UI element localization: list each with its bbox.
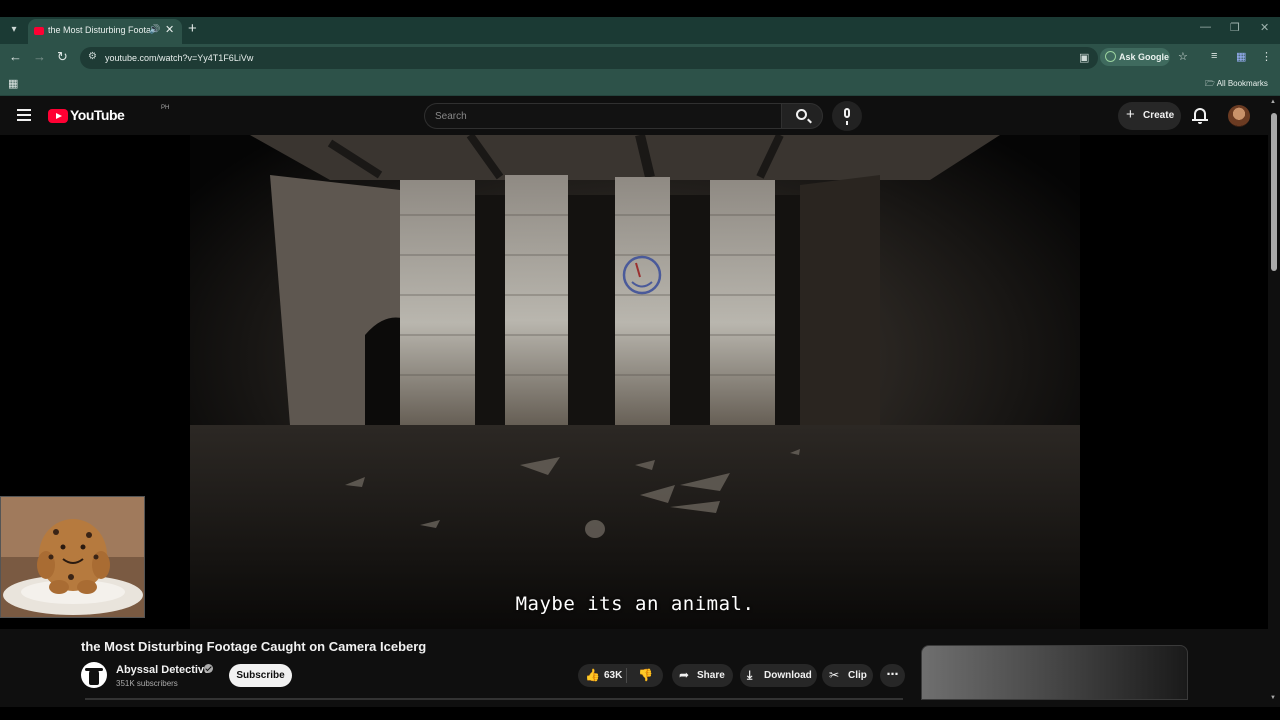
restore-icon[interactable]: ❐ — [1230, 21, 1240, 34]
browser-toolbar: ← → ↻ ⚙ youtube.com/watch?v=Yy4T1F6LiVw … — [0, 44, 1280, 71]
avatar[interactable] — [1228, 105, 1250, 127]
tab-list-icon[interactable]: ▾ — [6, 22, 22, 38]
ask-google-label: Ask Google — [1119, 52, 1170, 62]
scroll-up-icon[interactable]: ▲ — [1270, 99, 1276, 105]
more-icon[interactable]: ⋯ — [880, 664, 905, 687]
clip-button[interactable]: ✂ Clip — [822, 664, 873, 687]
cookie-character-image — [1, 497, 144, 617]
scroll-thumb[interactable] — [1271, 113, 1277, 271]
tab-strip: ▾ the Most Disturbing Footage Caught on … — [0, 17, 1280, 44]
install-icon[interactable]: ▣ — [1079, 51, 1089, 64]
close-icon[interactable]: ✕ — [165, 23, 174, 36]
pip-overlay[interactable] — [0, 496, 145, 618]
all-bookmarks-label: All Bookmarks — [1216, 79, 1268, 88]
forward-icon[interactable]: → — [33, 49, 46, 64]
subscriber-count: 351K subscribers — [116, 679, 178, 688]
share-button[interactable]: ➦ Share — [672, 664, 733, 687]
create-label: Create — [1143, 110, 1175, 121]
plus-icon[interactable]: + — [188, 20, 197, 37]
menu-icon[interactable]: ⋮ — [1261, 50, 1272, 63]
download-button[interactable]: ⤓ Download — [740, 664, 817, 687]
like-count: 63K — [604, 670, 623, 681]
back-icon[interactable]: ← — [9, 49, 22, 64]
hamburger-icon[interactable] — [17, 109, 31, 121]
youtube-masthead: YouTube PH + Create — [0, 97, 1280, 135]
folder-icon: 🗁 — [1205, 79, 1215, 88]
scissors-icon: ✂ — [829, 668, 840, 682]
url-text[interactable]: youtube.com/watch?v=Yy4T1F6LiVw — [105, 53, 253, 63]
page-scrollbar[interactable]: ▲ ▼ — [1268, 97, 1280, 707]
window-bottom-strip — [0, 707, 1280, 720]
sidebar-video-thumbnail[interactable] — [921, 645, 1188, 700]
reading-list-icon[interactable]: ≡ — [1211, 50, 1217, 62]
scroll-down-icon[interactable]: ▼ — [1270, 695, 1276, 701]
create-button[interactable]: + Create — [1118, 102, 1181, 130]
share-label: Share — [697, 670, 725, 681]
dislike-button[interactable]: 👎 — [627, 664, 663, 687]
address-bar[interactable]: ⚙ youtube.com/watch?v=Yy4T1F6LiVw ▣ — [80, 47, 1098, 69]
plus-icon: + — [1126, 106, 1135, 123]
thumbs-up-icon: 👍 — [585, 668, 600, 682]
search-button[interactable] — [781, 103, 823, 129]
ask-google-button[interactable]: Ask Google — [1100, 48, 1170, 66]
screen: ▾ the Most Disturbing Footage Caught on … — [0, 0, 1280, 720]
voice-search-button[interactable] — [832, 101, 862, 131]
share-icon: ➦ — [679, 668, 690, 682]
video-player[interactable]: Maybe its an animal. — [0, 135, 1268, 629]
mic-icon — [844, 108, 850, 125]
channel-name[interactable]: Abyssal Detective — [116, 664, 210, 676]
video-frame — [0, 135, 1268, 629]
description-divider — [85, 698, 903, 700]
download-label: Download — [764, 670, 812, 681]
window-close-icon[interactable]: ✕ — [1260, 21, 1269, 34]
like-button[interactable]: 👍 63K — [578, 664, 626, 687]
search-icon — [796, 109, 807, 120]
channel-avatar[interactable] — [81, 662, 107, 688]
like-dislike-group: 👍 63K 👎 — [578, 664, 663, 687]
audio-icon[interactable]: 🔊 — [149, 24, 160, 35]
video-title: the Most Disturbing Footage Caught on Ca… — [81, 639, 427, 654]
minimize-icon[interactable]: — — [1200, 21, 1211, 33]
reload-icon[interactable]: ↻ — [57, 49, 68, 65]
google-lens-icon — [1105, 51, 1116, 62]
youtube-play-icon — [48, 109, 68, 123]
logo-text: YouTube — [70, 107, 125, 123]
apps-icon[interactable]: ▦ — [8, 77, 18, 90]
country-code: PH — [161, 105, 170, 111]
download-icon: ⤓ — [747, 668, 753, 682]
search-input[interactable] — [424, 103, 781, 129]
browser-tab[interactable]: the Most Disturbing Footage Caught on Ca… — [28, 19, 182, 44]
video-caption: Maybe its an animal. — [515, 593, 755, 615]
bell-icon[interactable] — [1192, 107, 1208, 125]
extension-icon[interactable]: ▦ — [1236, 50, 1246, 63]
subscribe-button[interactable]: Subscribe — [229, 664, 292, 687]
tab-title: the Most Disturbing Footage Caught on Ca… — [48, 25, 150, 35]
verified-icon — [204, 664, 213, 673]
clip-label: Clip — [848, 670, 867, 681]
thumbs-down-icon: 👎 — [638, 668, 653, 682]
all-bookmarks[interactable]: 🗁 All Bookmarks — [1205, 78, 1268, 92]
bookmarks-bar: ▦ 🗁 All Bookmarks — [0, 71, 1280, 96]
youtube-favicon-icon — [34, 27, 44, 35]
window-top-strip — [0, 0, 1280, 17]
site-info-icon[interactable]: ⚙ — [88, 51, 97, 62]
star-icon[interactable]: ☆ — [1178, 50, 1188, 63]
